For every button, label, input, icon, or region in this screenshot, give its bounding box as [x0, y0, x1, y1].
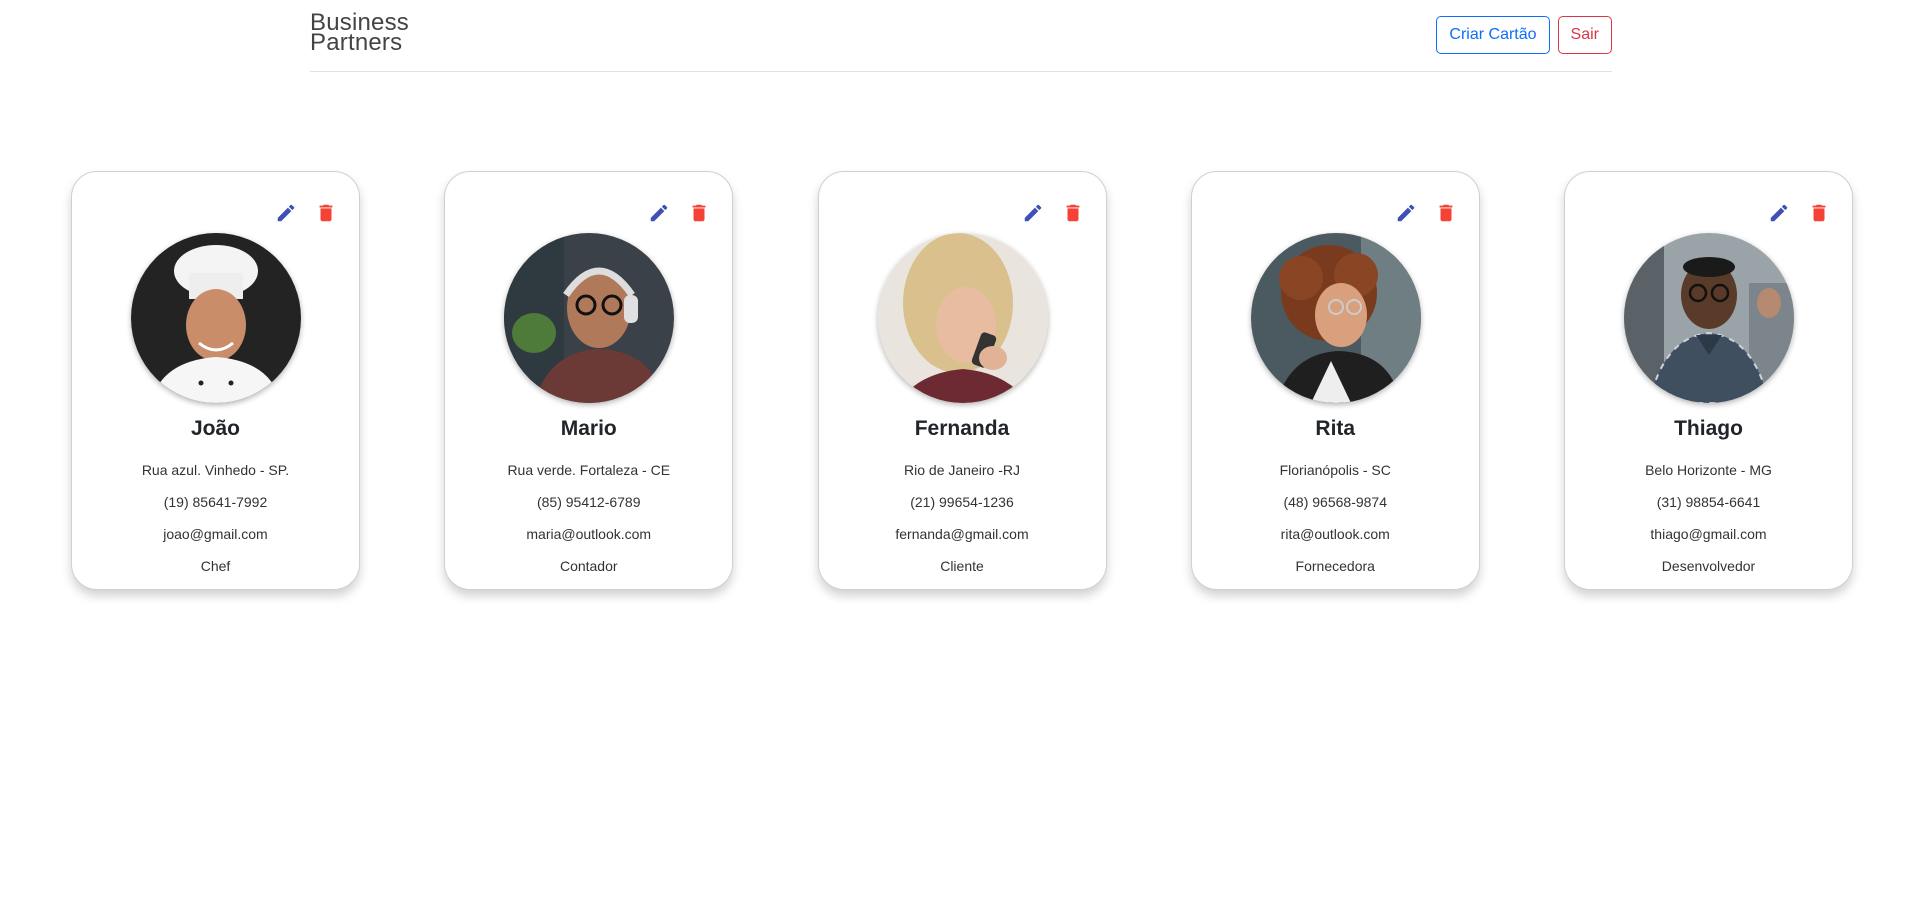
- partner-email: fernanda@gmail.com: [895, 526, 1029, 542]
- card-actions: [648, 202, 710, 224]
- avatar-man-headset-photo: [504, 233, 675, 403]
- partner-role: Cliente: [940, 558, 984, 574]
- partner-email: thiago@gmail.com: [1650, 526, 1767, 542]
- trash-icon[interactable]: [315, 202, 337, 224]
- partner-phone: (21) 99654-1236: [910, 494, 1014, 510]
- partner-card: Mario Rua verde. Fortaleza - CE (85) 954…: [444, 171, 734, 590]
- card-info: Thiago Belo Horizonte - MG (31) 98854-66…: [1565, 414, 1852, 582]
- trash-icon[interactable]: [1808, 202, 1830, 224]
- avatar-woman-phone-photo: [877, 233, 1048, 403]
- cards-grid: João Rua azul. Vinhedo - SP. (19) 85641-…: [71, 171, 1853, 590]
- partner-phone: (85) 95412-6789: [536, 494, 641, 510]
- logout-button[interactable]: Sair: [1557, 16, 1612, 54]
- card-actions: [1395, 202, 1457, 224]
- card-actions: [1022, 202, 1084, 224]
- partner-card: Fernanda Rio de Janeiro -RJ (21) 99654-1…: [817, 171, 1107, 590]
- partner-address: Rua verde. Fortaleza - CE: [507, 462, 671, 478]
- pencil-icon[interactable]: [1022, 202, 1044, 224]
- card-actions: [1768, 202, 1830, 224]
- brand-logo: Business Partners: [310, 11, 409, 56]
- card-info: Rita Florianópolis - SC (48) 96568-9874 …: [1192, 414, 1479, 582]
- trash-icon[interactable]: [1435, 202, 1457, 224]
- partner-role: Fornecedora: [1295, 558, 1375, 574]
- partner-card: João Rua azul. Vinhedo - SP. (19) 85641-…: [71, 171, 360, 590]
- avatar-chef-photo: [131, 233, 301, 403]
- partner-name: João: [190, 417, 240, 440]
- partner-phone: (48) 96568-9874: [1283, 494, 1388, 510]
- brand-line-2: Partners: [310, 29, 403, 56]
- avatar-woman-curly-phone-photo: [1250, 233, 1421, 403]
- card-actions: [275, 202, 337, 224]
- create-card-button[interactable]: Criar Cartão: [1436, 16, 1550, 54]
- partner-card: Rita Florianópolis - SC (48) 96568-9874 …: [1190, 171, 1480, 590]
- pencil-icon[interactable]: [648, 202, 670, 224]
- partner-address: Belo Horizonte - MG: [1645, 462, 1772, 478]
- partner-phone: (31) 98854-6641: [1656, 494, 1761, 510]
- top-header: Business Partners Criar Cartão Sair: [310, 0, 1612, 72]
- partner-name: Thiago: [1674, 417, 1743, 440]
- partner-address: Florianópolis - SC: [1279, 462, 1391, 478]
- partner-email: rita@outlook.com: [1280, 526, 1390, 542]
- avatar-man-office-photo: [1624, 233, 1794, 403]
- pencil-icon[interactable]: [1768, 202, 1790, 224]
- partner-card: Thiago Belo Horizonte - MG (31) 98854-66…: [1564, 171, 1853, 590]
- trash-icon[interactable]: [688, 202, 710, 224]
- partner-email: joao@gmail.com: [163, 526, 268, 542]
- partner-address: Rio de Janeiro -RJ: [904, 462, 1020, 478]
- card-info: Fernanda Rio de Janeiro -RJ (21) 99654-1…: [819, 414, 1106, 582]
- card-info: João Rua azul. Vinhedo - SP. (19) 85641-…: [72, 414, 359, 582]
- partner-email: maria@outlook.com: [526, 526, 652, 542]
- card-info: Mario Rua verde. Fortaleza - CE (85) 954…: [445, 414, 732, 582]
- partner-name: Fernanda: [914, 417, 1010, 440]
- partner-name: Mario: [560, 417, 617, 440]
- partner-role: Desenvolvedor: [1661, 558, 1756, 574]
- pencil-icon[interactable]: [275, 202, 297, 224]
- partner-role: Contador: [559, 558, 618, 574]
- partner-role: Chef: [200, 558, 231, 574]
- pencil-icon[interactable]: [1395, 202, 1417, 224]
- partner-address: Rua azul. Vinhedo - SP.: [141, 462, 290, 478]
- partner-name: Rita: [1315, 417, 1356, 440]
- header-actions: Criar Cartão Sair: [1436, 16, 1612, 54]
- partner-phone: (19) 85641-7992: [163, 494, 268, 510]
- trash-icon[interactable]: [1062, 202, 1084, 224]
